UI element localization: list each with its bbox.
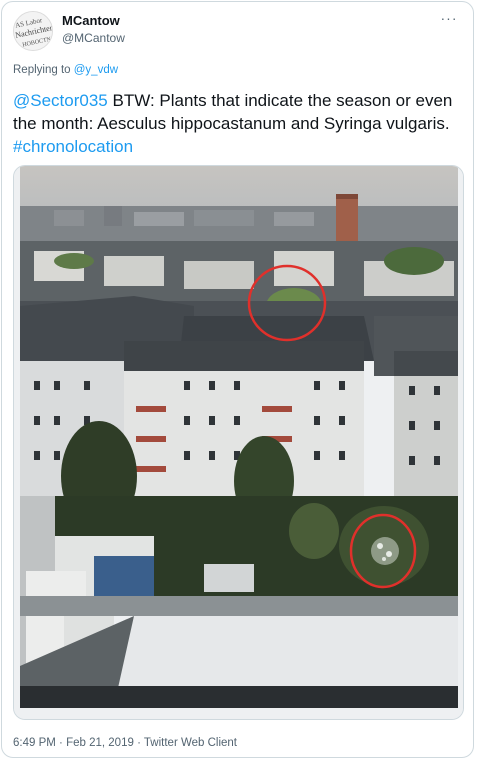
avatar[interactable]: AS Labor Nachrichten HOBOCTN <box>13 11 53 51</box>
replying-to: Replying to @y_vdw <box>13 64 118 76</box>
footer-separator: · <box>59 737 63 749</box>
author-name[interactable]: MCantow <box>62 13 120 28</box>
tweet-text: @Sector035 BTW: Plants that indicate the… <box>13 89 465 158</box>
tweet-client: Twitter Web Client <box>143 737 238 749</box>
tweet-date[interactable]: Feb 21, 2019 <box>66 737 134 749</box>
author-handle[interactable]: @MCantow <box>62 31 125 45</box>
tweet-time[interactable]: 6:49 PM <box>13 737 56 749</box>
more-horizontal-icon[interactable]: ··· <box>439 10 459 26</box>
avatar-logo-icon: AS Labor Nachrichten HOBOCTN <box>14 12 52 50</box>
city-rooftops-image <box>14 166 463 719</box>
mention-link[interactable]: @Sector035 <box>13 91 108 110</box>
tweet-footer: 6:49 PM · Feb 21, 2019 · Twitter Web Cli… <box>13 737 237 749</box>
tweet-card: AS Labor Nachrichten HOBOCTN MCantow @MC… <box>1 1 474 758</box>
tweet-photo[interactable] <box>13 165 464 720</box>
replying-to-link[interactable]: @y_vdw <box>74 64 118 76</box>
footer-separator-2: · <box>137 737 141 749</box>
hashtag-link[interactable]: #chronolocation <box>13 137 133 156</box>
replying-prefix: Replying to <box>13 64 71 76</box>
